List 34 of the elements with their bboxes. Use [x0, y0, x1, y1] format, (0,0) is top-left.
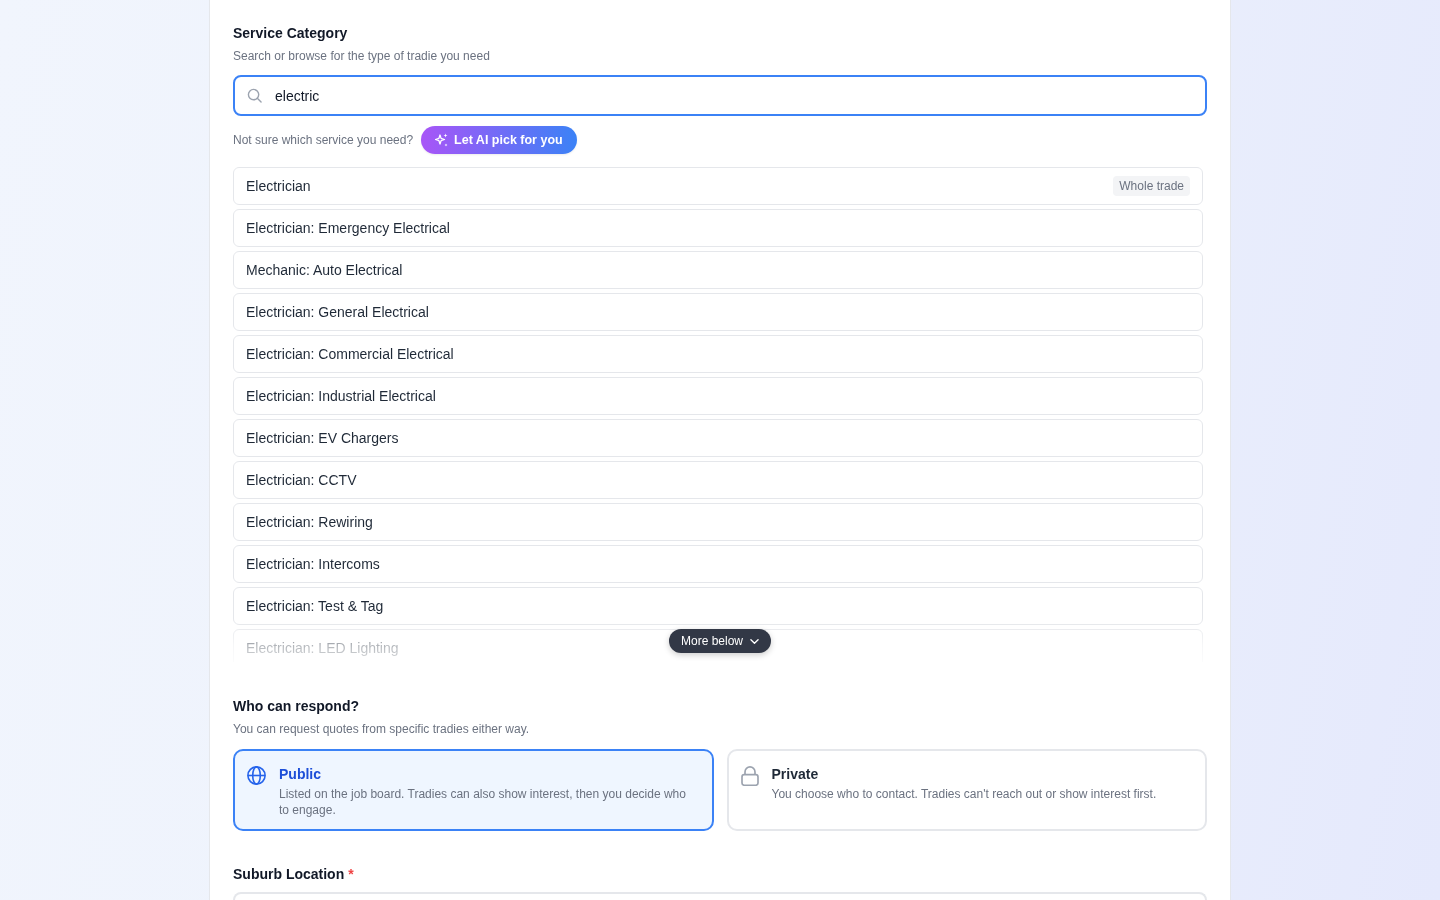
option-title: Private — [771, 765, 820, 783]
lock-icon — [740, 766, 759, 786]
section-title: Service Category — [233, 24, 348, 42]
service-option[interactable]: Electrician: Intercoms — [233, 545, 1203, 583]
sparkle-icon — [435, 133, 449, 147]
ai-prompt-text: Not sure which service you need? — [233, 133, 414, 147]
section-hint: Search or browse for the type of tradie you need — [233, 48, 490, 64]
section-title: Suburb Location — [233, 865, 345, 883]
service-option[interactable]: Electrician: EV Chargers — [233, 419, 1203, 457]
more-below-button[interactable]: More below — [669, 629, 771, 653]
service-option[interactable]: Electrician: CCTV — [233, 461, 1203, 499]
visibility-option[interactable]: Private You choose who to contact. Tradies can't reach out or show interest first. — [726, 749, 1207, 831]
section-hint: You can request quotes from specific tradies either way. — [233, 721, 530, 737]
search-field[interactable]: electric — [233, 75, 1207, 116]
option-description: Listed on the job board. Tradies can also show interest, then you decide who to engage. — [279, 786, 687, 818]
chevron-down-icon — [750, 638, 759, 644]
service-option[interactable]: Electrician: Commercial Electrical — [233, 335, 1203, 373]
ai-pick-button[interactable]: Let AI pick for you — [421, 126, 577, 154]
service-option[interactable]: Electrician: Test & Tag — [233, 587, 1203, 625]
service-option[interactable]: Electrician: Rewiring — [233, 503, 1203, 541]
visibility-option[interactable]: Public Listed on the job board. Tradies can also show interest, then you decide who to engage. — [233, 749, 714, 831]
required-mark: * — [348, 865, 354, 883]
suburb-input-field[interactable] — [233, 892, 1207, 900]
service-option[interactable]: Electrician: General Electrical — [233, 293, 1203, 331]
search-icon — [247, 88, 262, 103]
section-title: Who can respond? — [233, 697, 359, 715]
service-option[interactable]: Electrician: Industrial Electrical — [233, 377, 1203, 415]
globe-icon — [247, 766, 266, 785]
option-title: Public — [279, 765, 322, 783]
service-option[interactable]: Electrician: Emergency Electrical — [233, 209, 1203, 247]
service-option[interactable]: Electrician Whole trade — [233, 167, 1203, 205]
trade-tag: Whole trade — [1113, 176, 1190, 196]
option-description: You choose who to contact. Tradies can't reach out or show interest first. — [771, 786, 1157, 802]
service-option[interactable]: Mechanic: Auto Electrical — [233, 251, 1203, 289]
